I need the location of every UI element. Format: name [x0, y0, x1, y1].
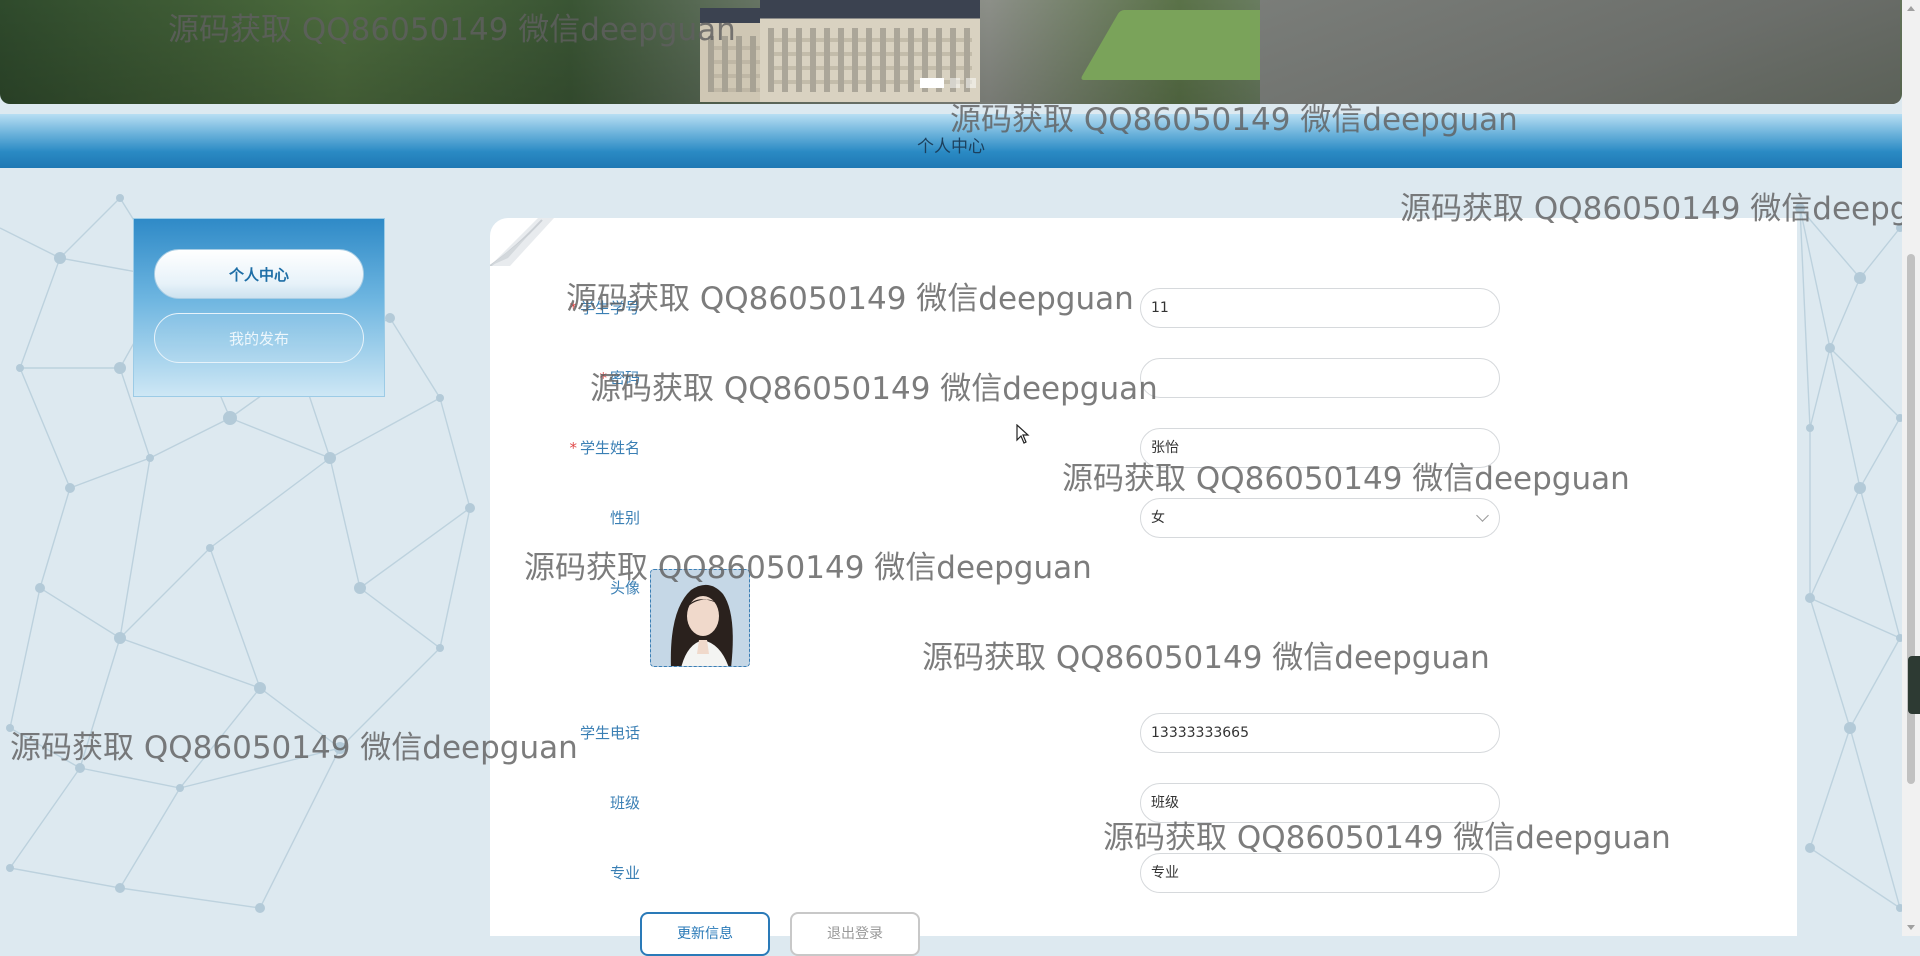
page-title: 个人中心: [917, 137, 985, 157]
class-label: 班级: [609, 794, 640, 812]
mouse-cursor-icon: [1016, 424, 1030, 444]
student-id-field[interactable]: 11: [1140, 288, 1500, 328]
phone-label: 学生电话: [579, 724, 640, 742]
student-name-field[interactable]: 张怡: [1140, 428, 1500, 468]
class-field[interactable]: 班级: [1140, 783, 1500, 823]
required-mark: *: [599, 369, 607, 387]
sidebar-menu: 个人中心 我的发布: [133, 218, 385, 397]
student-name-label-text: 学生姓名: [579, 439, 640, 457]
page-curl-decoration: [490, 218, 554, 266]
carousel-dot[interactable]: [950, 78, 960, 88]
student-id-label: * 学生学号: [490, 288, 640, 328]
student-id-label-text: 学生学号: [579, 299, 640, 317]
password-label: * 密码: [490, 358, 640, 398]
banner-road: [1260, 0, 1900, 104]
chevron-down-icon: [1476, 509, 1489, 522]
scroll-up-arrow-icon[interactable]: [1907, 6, 1915, 11]
scroll-down-arrow-icon[interactable]: [1907, 925, 1915, 930]
banner-carousel: [0, 0, 1902, 104]
carousel-dot[interactable]: [966, 78, 976, 88]
password-label-text: 密码: [609, 369, 640, 387]
required-mark: *: [569, 439, 577, 457]
page-scrollbar[interactable]: [1902, 0, 1920, 936]
password-field[interactable]: [1140, 358, 1500, 398]
major-field[interactable]: 专业: [1140, 853, 1500, 893]
carousel-dot[interactable]: [920, 78, 944, 88]
page-title-bar: 个人中心: [0, 114, 1902, 168]
major-label: 专业: [609, 864, 640, 882]
logout-button[interactable]: 退出登录: [790, 912, 920, 956]
phone-field[interactable]: 13333333665: [1140, 713, 1500, 753]
carousel-indicators: [920, 78, 976, 88]
browser-extension-tab[interactable]: [1908, 656, 1920, 714]
avatar-upload[interactable]: [650, 569, 750, 667]
avatar-label: 头像: [609, 579, 640, 597]
required-mark: *: [569, 299, 577, 317]
gender-label: 性别: [609, 509, 640, 527]
gender-select-value: 女: [1151, 510, 1165, 526]
update-info-button[interactable]: 更新信息: [640, 912, 770, 956]
student-name-label: * 学生姓名: [490, 428, 640, 468]
gender-select[interactable]: 女: [1140, 498, 1500, 538]
sidebar-item-my-posts[interactable]: 我的发布: [154, 313, 364, 363]
sidebar-item-profile[interactable]: 个人中心: [154, 249, 364, 299]
avatar-image: [651, 570, 749, 666]
